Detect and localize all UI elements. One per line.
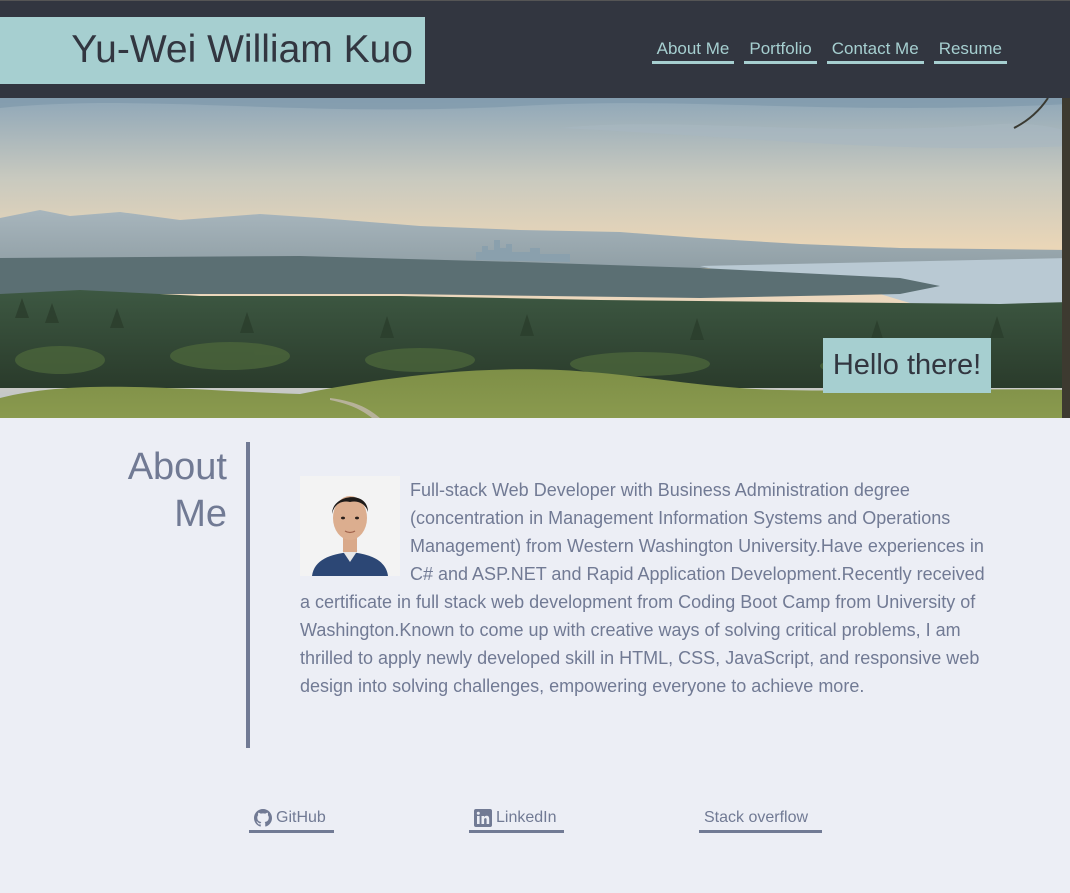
hello-banner: Hello there! xyxy=(823,338,991,393)
about-heading-line1: About xyxy=(127,446,227,488)
about-bio: Full-stack Web Developer with Business A… xyxy=(300,480,985,696)
stackoverflow-label: Stack overflow xyxy=(704,809,809,826)
nav-about-me[interactable]: About Me xyxy=(651,39,735,64)
stackoverflow-link[interactable]: Stack overflow xyxy=(699,808,822,833)
github-label: GitHub xyxy=(276,809,326,826)
nav-resume[interactable]: Resume xyxy=(933,39,1007,64)
profile-photo xyxy=(300,476,400,576)
brand-block: Yu-Wei William Kuo xyxy=(0,17,425,84)
github-icon xyxy=(254,809,272,827)
hero-banner: Hello there! xyxy=(0,98,1070,418)
github-link[interactable]: GitHub xyxy=(249,808,334,833)
main-nav: About Me Portfolio Contact Me Resume xyxy=(651,39,1007,64)
nav-contact-me[interactable]: Contact Me xyxy=(826,39,924,64)
linkedin-link[interactable]: LinkedIn xyxy=(469,808,564,833)
linkedin-label: LinkedIn xyxy=(496,809,557,826)
site-title[interactable]: Yu-Wei William Kuo xyxy=(71,27,413,74)
about-heading: About Me xyxy=(90,444,227,538)
section-divider xyxy=(246,442,250,748)
linkedin-icon xyxy=(474,809,492,827)
nav-portfolio[interactable]: Portfolio xyxy=(744,39,817,64)
about-section: Full-stack Web Developer with Business A… xyxy=(300,476,990,700)
site-header: Yu-Wei William Kuo About Me Portfolio Co… xyxy=(0,0,1070,98)
about-heading-line2: Me xyxy=(174,493,227,535)
